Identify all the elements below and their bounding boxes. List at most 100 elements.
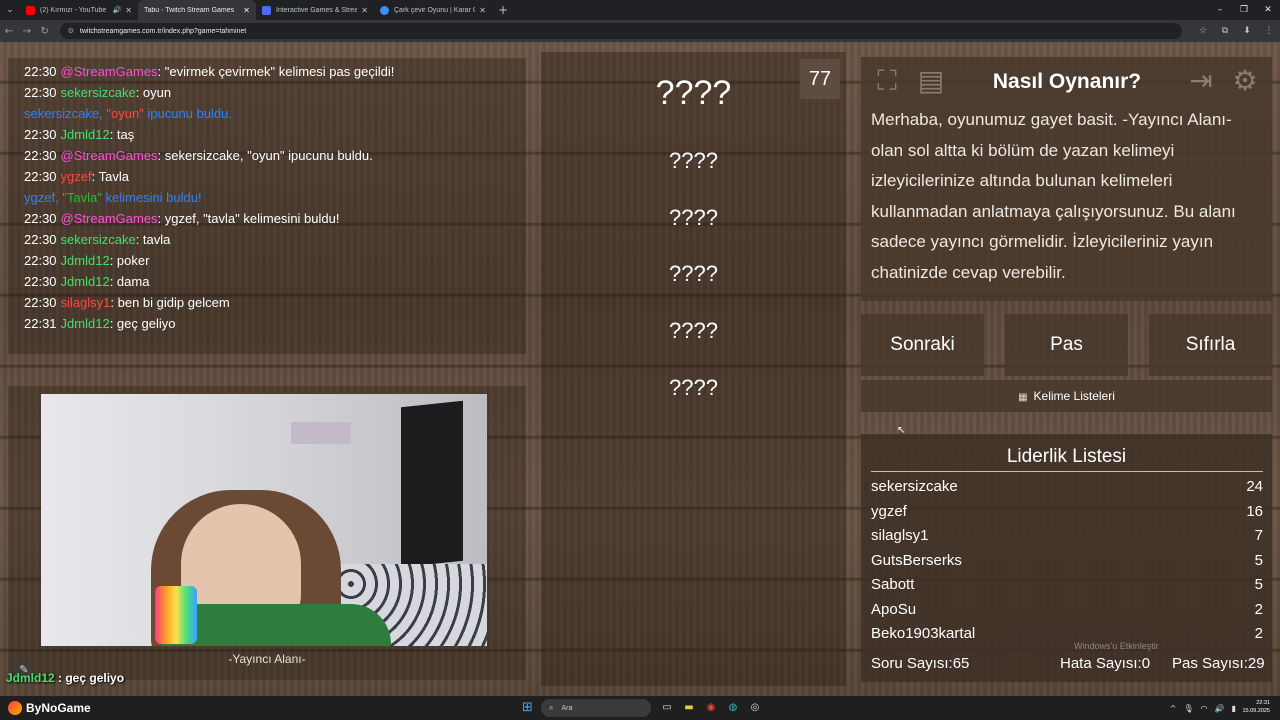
- player-name: sekersizcake: [871, 478, 958, 495]
- chat-text: : tavla: [135, 232, 171, 247]
- chat-username: ygzef,: [24, 190, 63, 205]
- chat-username: sekersizcake: [60, 232, 136, 247]
- chat-text: : poker: [109, 253, 150, 268]
- extensions-icon[interactable]: ⧉: [1214, 26, 1236, 36]
- wifi-icon[interactable]: ◠: [1201, 704, 1208, 713]
- fullscreen-icon[interactable]: ⛶: [870, 64, 904, 98]
- address-bar: ← → ↻ ⚙ twitchstreamgames.com.tr/index.p…: [0, 20, 1280, 42]
- chat-message: 22:31 Jdmld12: geç geliyo: [24, 313, 526, 334]
- search-icon: ⌕: [549, 703, 554, 712]
- close-icon[interactable]: ✕: [125, 6, 132, 15]
- mic-icon[interactable]: 🎙: [1183, 704, 1193, 713]
- site-info-icon[interactable]: ⚙: [68, 27, 74, 35]
- chat-text: : oyun: [135, 85, 172, 100]
- how-to-play-text: Merhaba, oyunumuz gayet basit. -Yayıncı …: [871, 110, 1236, 282]
- player-name: ygzef: [871, 502, 907, 520]
- url-text: twitchstreamgames.com.tr/index.php?game=…: [79, 27, 247, 35]
- webcam-feed: [41, 394, 487, 646]
- tab-strip: ⌄ (2) Kırmızı - YouTube 🔊 ✕ Tabu - Twitc…: [0, 0, 1280, 20]
- player-score: 5: [1254, 551, 1263, 569]
- chat-message: 22:30 silaglsy1: ben bi gidip gelcem: [24, 292, 526, 313]
- taboo-word: ????: [669, 148, 718, 173]
- chat-text: kelimesini buldu!: [101, 190, 202, 205]
- close-icon[interactable]: ✕: [479, 6, 486, 15]
- new-tab-icon[interactable]: +: [498, 3, 508, 17]
- chevron-up-icon[interactable]: ^: [1170, 704, 1177, 713]
- tab-title: Interactive Games & Streaming: [276, 6, 358, 14]
- chat-message: 22:30 Jdmld12: taş: [24, 124, 526, 145]
- app-icon[interactable]: ◎: [744, 700, 766, 716]
- pass-button[interactable]: Pas: [1005, 314, 1128, 376]
- reload-icon[interactable]: ↻: [36, 26, 54, 37]
- clock-time: 22:31: [1256, 700, 1270, 706]
- player-name: Sabott: [871, 576, 915, 593]
- url-input[interactable]: ⚙ twitchstreamgames.com.tr/index.php?gam…: [59, 23, 1182, 39]
- how-to-play-title: Nasıl Oynanır?: [992, 70, 1142, 93]
- task-view-icon[interactable]: ▭: [656, 700, 678, 716]
- taboo-word: ????: [669, 318, 718, 343]
- leaderboard-row: ApoSu 2: [871, 601, 1263, 623]
- gear-icon[interactable]: ⚙: [1228, 64, 1262, 98]
- taboo-word: ????: [669, 375, 718, 400]
- player-score: 7: [1254, 527, 1263, 544]
- taskbar-apps: ▭ ▬ ◉ ◍ ◎: [656, 700, 766, 716]
- menu-icon[interactable]: ⋮: [1258, 26, 1280, 36]
- taboo-word: ????: [669, 205, 718, 230]
- taskbar-search-input[interactable]: ⌕ Ara: [541, 699, 651, 717]
- logout-icon[interactable]: ⇥: [1184, 64, 1218, 98]
- reset-button[interactable]: Sıfırla: [1149, 314, 1272, 376]
- close-window-icon[interactable]: ✕: [1256, 0, 1280, 20]
- speaker-icon[interactable]: 🔊: [113, 6, 122, 14]
- chat-username: Jdmld12: [60, 274, 110, 289]
- tab-wheel-game[interactable]: Çark çevir Oyunu | Karar Çarkı ✕: [374, 0, 492, 20]
- file-explorer-icon[interactable]: ▬: [678, 700, 700, 716]
- leaderboard-divider: [871, 471, 1263, 472]
- chat-timestamp: 22:30: [24, 64, 57, 79]
- chat-text: : ygzef, "tavla" kelimesini buldu!: [157, 211, 340, 226]
- chat-username: silaglsy1: [60, 295, 111, 310]
- close-icon[interactable]: ✕: [361, 6, 368, 15]
- minimize-icon[interactable]: –: [1208, 0, 1232, 20]
- bynogame-logo-icon: [8, 701, 22, 715]
- windows-start-icon[interactable]: ⊞: [522, 701, 536, 715]
- next-button[interactable]: Sonraki: [861, 314, 984, 376]
- door: [401, 400, 463, 568]
- chat-username: @StreamGames: [60, 64, 158, 79]
- chat-text: : dama: [109, 274, 150, 289]
- player-name: Beko1903kartal: [871, 625, 976, 642]
- system-tray: ^ 🎙 ◠ 🔊 ▮: [1163, 696, 1236, 720]
- player-name: ApoSu: [871, 600, 917, 618]
- notes-icon[interactable]: ▤: [914, 64, 948, 98]
- tab-search-icon[interactable]: ⌄: [0, 0, 20, 20]
- maximize-icon[interactable]: ❐: [1232, 0, 1256, 20]
- tab-youtube[interactable]: (2) Kırmızı - YouTube 🔊 ✕: [20, 0, 138, 20]
- tab-title: Çark çevir Oyunu | Karar Çarkı: [394, 6, 475, 14]
- player-score: 24: [1246, 478, 1263, 495]
- tab-tabu[interactable]: Tabu - Twitch Stream Games ✕: [138, 0, 256, 20]
- download-icon[interactable]: ⬇: [1236, 26, 1258, 36]
- chrome-icon[interactable]: ◉: [700, 700, 722, 716]
- edge-icon[interactable]: ◍: [722, 700, 744, 716]
- activation-watermark: Windows'u Etkinleştir: [1074, 641, 1159, 651]
- error-count: Hata Sayısı:0: [1060, 655, 1151, 672]
- back-icon[interactable]: ←: [0, 26, 18, 37]
- chat-message: ygzef, "Tavla" kelimesini buldu!: [24, 187, 526, 208]
- close-icon[interactable]: ✕: [243, 6, 250, 15]
- chat-text: ipucunu buldu.: [143, 106, 232, 121]
- chat-message: 22:30 Jdmld12: poker: [24, 250, 526, 271]
- bookmark-star-icon[interactable]: ☆: [1192, 26, 1214, 36]
- taskbar-clock[interactable]: 22:31 15.09.2025: [1236, 699, 1270, 715]
- chat-timestamp: 22:30: [24, 232, 57, 247]
- word-lists-button[interactable]: ▦ Kelime Listeleri: [861, 380, 1272, 412]
- chat-panel: 22:30 @StreamGames: "evirmek çevirmek" ke…: [8, 58, 526, 354]
- leaderboard-row: ygzef 16: [871, 503, 1263, 525]
- game-stats: Soru Sayısı:65 Hata Sayısı:0 Pas Sayısı:…: [871, 655, 1265, 677]
- forward-icon[interactable]: →: [18, 26, 36, 37]
- volume-icon[interactable]: 🔊: [1215, 704, 1225, 713]
- site-favicon-icon: [262, 5, 271, 15]
- word-lists-label: Kelime Listeleri: [1033, 389, 1115, 403]
- secret-word: ????: [655, 74, 732, 112]
- leaderboard-row: Sabott 5: [871, 576, 1263, 598]
- tab-interactive-games[interactable]: Interactive Games & Streaming ✕: [256, 0, 374, 20]
- chat-timestamp: 22:31: [24, 316, 57, 331]
